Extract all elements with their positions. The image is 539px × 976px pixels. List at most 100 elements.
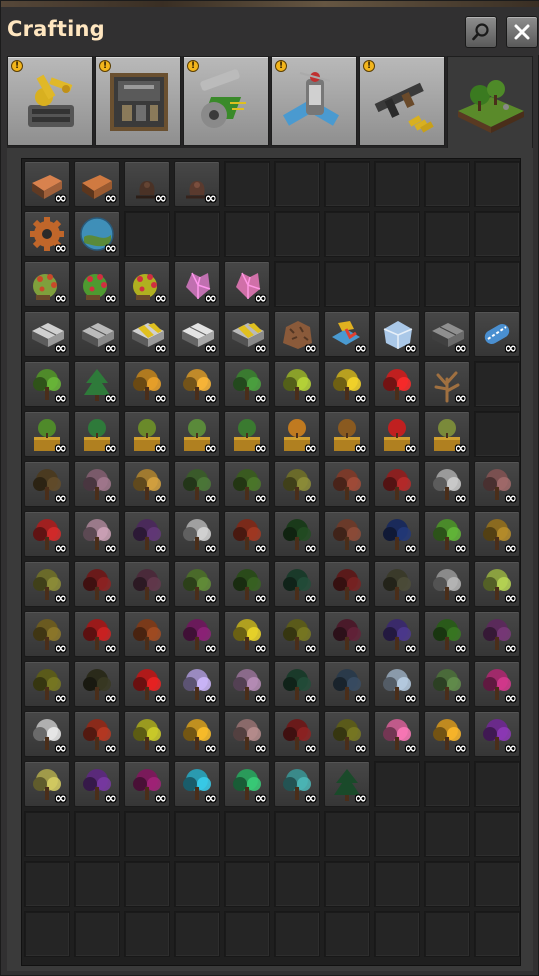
- recipe-slot[interactable]: ∞: [74, 311, 120, 357]
- recipe-slot[interactable]: ∞: [424, 461, 470, 507]
- recipe-slot[interactable]: ∞: [124, 761, 170, 807]
- recipe-slot[interactable]: ∞: [474, 461, 520, 507]
- recipe-slot[interactable]: ∞: [24, 461, 70, 507]
- recipe-slot[interactable]: ∞: [224, 411, 270, 457]
- recipe-slot[interactable]: ∞: [124, 511, 170, 557]
- recipe-slot[interactable]: ∞: [174, 461, 220, 507]
- recipe-slot[interactable]: ∞: [324, 611, 370, 657]
- recipe-slot[interactable]: ∞: [224, 511, 270, 557]
- recipe-slot[interactable]: ∞: [374, 411, 420, 457]
- recipe-slot[interactable]: ∞: [24, 361, 70, 407]
- recipe-slot[interactable]: ∞: [74, 261, 120, 307]
- recipe-slot[interactable]: ∞: [24, 761, 70, 807]
- recipe-slot[interactable]: ∞: [274, 761, 320, 807]
- recipe-slot[interactable]: ∞: [374, 361, 420, 407]
- recipe-slot[interactable]: ∞: [24, 261, 70, 307]
- recipe-slot[interactable]: ∞: [24, 161, 70, 207]
- recipe-slot[interactable]: ∞: [74, 161, 120, 207]
- recipe-slot[interactable]: ∞: [124, 611, 170, 657]
- recipe-slot[interactable]: ∞: [324, 661, 370, 707]
- recipe-slot[interactable]: ∞: [474, 661, 520, 707]
- close-button[interactable]: [506, 16, 538, 48]
- recipe-slot[interactable]: ∞: [274, 711, 320, 757]
- recipe-slot[interactable]: ∞: [374, 511, 420, 557]
- recipe-slot[interactable]: ∞: [374, 461, 420, 507]
- recipe-slot[interactable]: ∞: [24, 561, 70, 607]
- recipe-slot[interactable]: ∞: [274, 611, 320, 657]
- recipe-slot[interactable]: ∞: [124, 561, 170, 607]
- recipe-slot[interactable]: ∞: [74, 361, 120, 407]
- recipe-slot[interactable]: ∞: [74, 761, 120, 807]
- recipe-slot[interactable]: ∞: [474, 561, 520, 607]
- recipe-slot[interactable]: ∞: [24, 411, 70, 457]
- recipe-slot[interactable]: ∞: [174, 561, 220, 607]
- recipe-slot[interactable]: ∞: [124, 661, 170, 707]
- recipe-slot[interactable]: ∞: [424, 561, 470, 607]
- recipe-slot[interactable]: ∞: [474, 511, 520, 557]
- recipe-slot[interactable]: ∞: [274, 561, 320, 607]
- recipe-slot[interactable]: ∞: [74, 561, 120, 607]
- recipe-slot[interactable]: ∞: [224, 711, 270, 757]
- recipe-slot[interactable]: ∞: [324, 561, 370, 607]
- recipe-slot[interactable]: ∞: [224, 461, 270, 507]
- tab-combat[interactable]: !: [359, 56, 445, 146]
- recipe-slot[interactable]: ∞: [124, 411, 170, 457]
- recipe-slot[interactable]: ∞: [174, 411, 220, 457]
- recipe-slot[interactable]: ∞: [424, 511, 470, 557]
- recipe-slot[interactable]: ∞: [74, 411, 120, 457]
- recipe-slot[interactable]: ∞: [124, 461, 170, 507]
- recipe-slot[interactable]: ∞: [24, 311, 70, 357]
- recipe-slot[interactable]: ∞: [74, 211, 120, 257]
- recipe-slot[interactable]: ∞: [174, 511, 220, 557]
- recipe-slot[interactable]: ∞: [174, 261, 220, 307]
- recipe-slot[interactable]: ∞: [24, 611, 70, 657]
- recipe-slot[interactable]: ∞: [174, 761, 220, 807]
- recipe-slot[interactable]: ∞: [124, 311, 170, 357]
- recipe-slot[interactable]: ∞: [474, 311, 520, 357]
- recipe-slot[interactable]: ∞: [424, 711, 470, 757]
- recipe-slot[interactable]: ∞: [274, 411, 320, 457]
- recipe-slot[interactable]: ∞: [274, 361, 320, 407]
- recipe-slot[interactable]: ∞: [74, 511, 120, 557]
- recipe-slot[interactable]: ∞: [324, 711, 370, 757]
- recipe-slot[interactable]: ∞: [474, 611, 520, 657]
- recipe-slot[interactable]: ∞: [424, 361, 470, 407]
- recipe-slot[interactable]: ∞: [274, 661, 320, 707]
- recipe-slot[interactable]: ∞: [124, 161, 170, 207]
- recipe-slot[interactable]: ∞: [74, 611, 120, 657]
- recipe-slot[interactable]: ∞: [474, 711, 520, 757]
- recipe-slot[interactable]: ∞: [374, 661, 420, 707]
- recipe-slot[interactable]: ∞: [74, 661, 120, 707]
- tab-intermediate-products[interactable]: !: [183, 56, 269, 146]
- recipe-slot[interactable]: ∞: [74, 461, 120, 507]
- recipe-slot[interactable]: ∞: [174, 361, 220, 407]
- recipe-slot[interactable]: ∞: [324, 511, 370, 557]
- recipe-slot[interactable]: ∞: [374, 561, 420, 607]
- title-bar[interactable]: Crafting: [1, 7, 539, 55]
- recipe-slot[interactable]: ∞: [124, 711, 170, 757]
- recipe-slot[interactable]: ∞: [374, 311, 420, 357]
- recipe-slot[interactable]: ∞: [24, 511, 70, 557]
- recipe-slot[interactable]: ∞: [174, 611, 220, 657]
- recipe-slot[interactable]: ∞: [224, 611, 270, 657]
- recipe-slot[interactable]: ∞: [424, 611, 470, 657]
- recipe-slot[interactable]: ∞: [174, 711, 220, 757]
- recipe-slot[interactable]: ∞: [274, 511, 320, 557]
- recipe-slot[interactable]: ∞: [24, 711, 70, 757]
- recipe-slot[interactable]: ∞: [424, 661, 470, 707]
- recipe-slot[interactable]: ∞: [374, 611, 420, 657]
- recipe-slot[interactable]: ∞: [324, 361, 370, 407]
- tab-space[interactable]: !: [271, 56, 357, 146]
- recipe-slot[interactable]: ∞: [324, 311, 370, 357]
- recipe-slot[interactable]: ∞: [224, 761, 270, 807]
- recipe-slot[interactable]: ∞: [324, 411, 370, 457]
- recipe-slot[interactable]: ∞: [274, 311, 320, 357]
- tab-logistics[interactable]: !: [7, 56, 93, 146]
- recipe-slot[interactable]: ∞: [424, 411, 470, 457]
- recipe-slot[interactable]: ∞: [74, 711, 120, 757]
- recipe-slot[interactable]: ∞: [224, 561, 270, 607]
- recipe-slot[interactable]: ∞: [174, 661, 220, 707]
- recipe-slot[interactable]: ∞: [24, 661, 70, 707]
- recipe-slot[interactable]: ∞: [324, 461, 370, 507]
- recipe-slot[interactable]: ∞: [224, 311, 270, 357]
